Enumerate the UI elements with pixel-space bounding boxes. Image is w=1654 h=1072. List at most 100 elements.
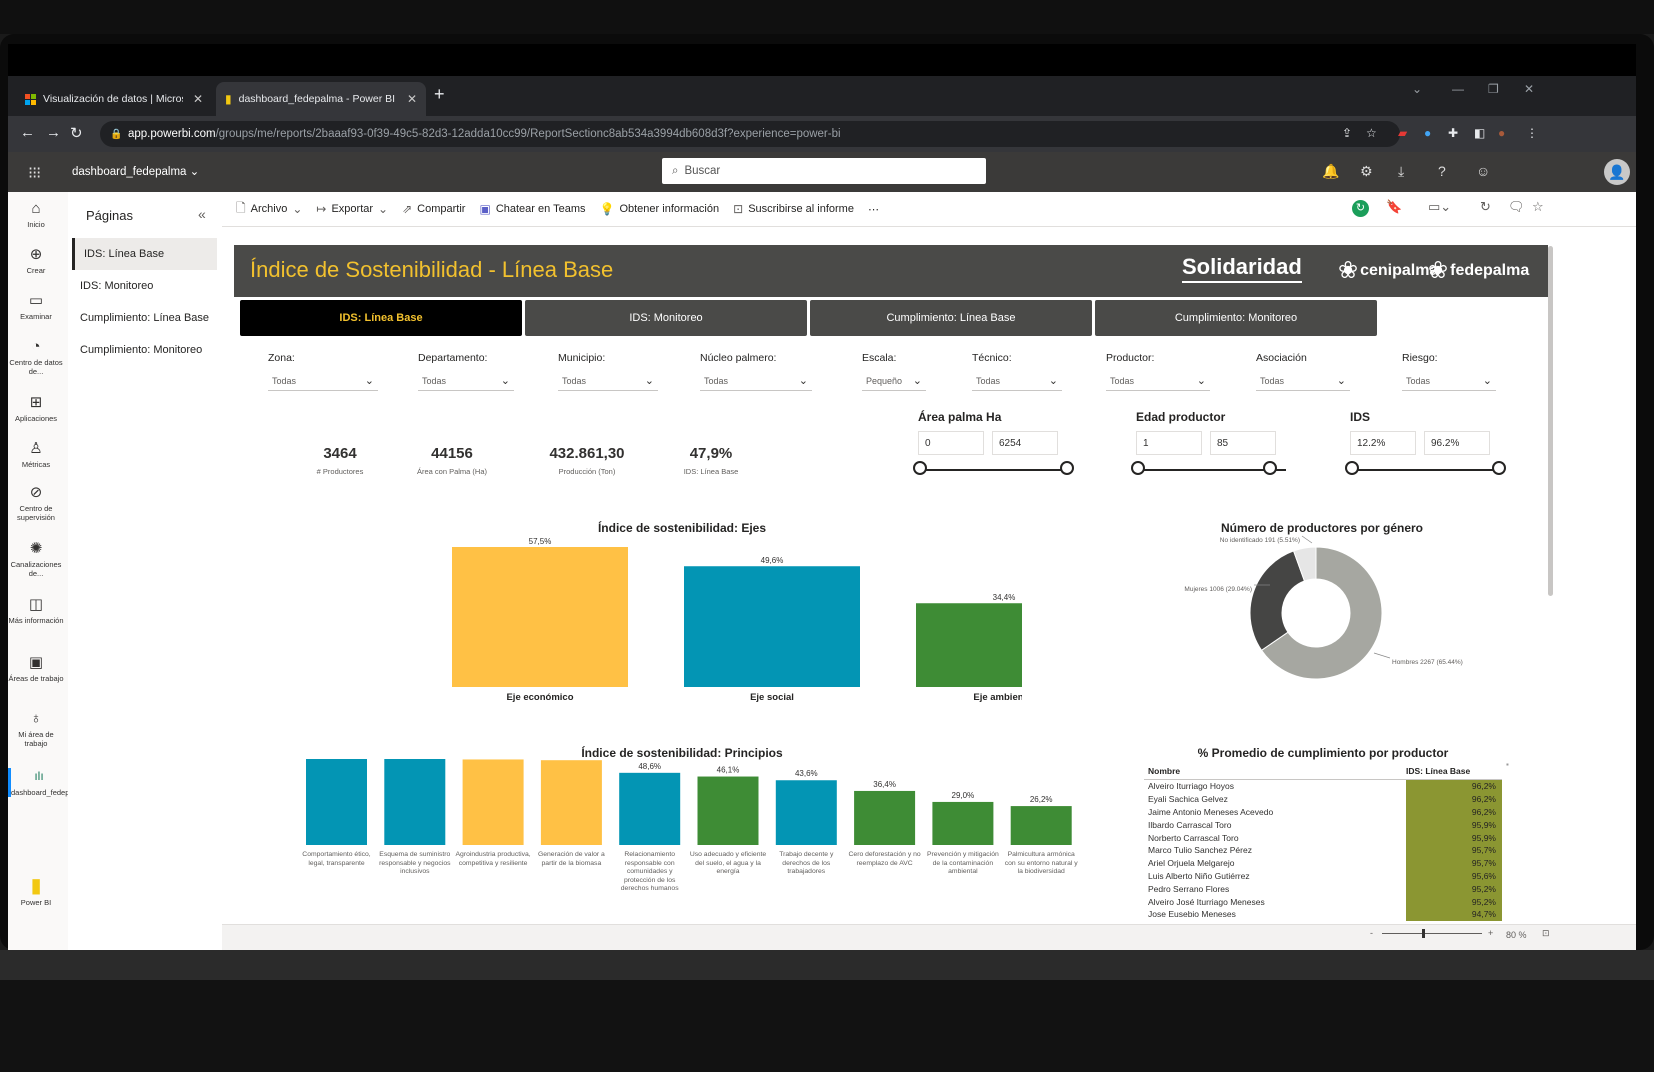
rail-item-11[interactable]: ılı dashboard_fedepalma bbox=[8, 768, 86, 797]
page-cumplimiento-monitoreo[interactable]: Cumplimiento: Monitoreo bbox=[68, 334, 222, 366]
range-max-input[interactable]: 6254 bbox=[992, 431, 1058, 455]
slicer-dropdown[interactable]: Todas ⌄ bbox=[418, 371, 514, 391]
chat-in-teams-button[interactable]: ▣ Chatear en Teams bbox=[479, 202, 585, 216]
url-input[interactable]: 🔒 app.powerbi.com/groups/me/reports/2baa… bbox=[100, 121, 1400, 147]
table-row[interactable]: Pedro Serrano Flores 95,2% bbox=[1144, 882, 1502, 896]
bar-eje-0[interactable] bbox=[452, 547, 628, 687]
rail-item-4[interactable]: ⊞ Aplicaciones bbox=[8, 394, 64, 423]
rail-item-2[interactable]: ▭ Examinar bbox=[8, 292, 64, 321]
refresh-status-icon[interactable]: ↻ bbox=[1352, 200, 1369, 217]
back-icon[interactable]: ← bbox=[20, 124, 35, 141]
slicer-dropdown[interactable]: Pequeño ⌄ bbox=[862, 371, 926, 391]
share-page-icon[interactable]: ⇪ bbox=[1342, 126, 1352, 140]
get-insights-button[interactable]: 💡 Obtener información bbox=[600, 202, 720, 216]
close-tab-icon[interactable]: ✕ bbox=[407, 92, 417, 106]
file-menu-button[interactable]: 🗋 Archivo ⌄ bbox=[236, 199, 302, 220]
slicer-dropdown[interactable]: Todas ⌄ bbox=[268, 371, 378, 391]
export-menu-button[interactable]: ↦ Exportar ⌄ bbox=[316, 202, 388, 216]
browser-tab-powerbi[interactable]: ▮ dashboard_fedepalma - Power BI ✕ bbox=[216, 82, 426, 116]
table-row[interactable]: Alveiro José Iturriago Meneses 95,2% bbox=[1144, 895, 1502, 908]
bar-eje-2[interactable] bbox=[916, 603, 1022, 687]
more-options-icon[interactable]: ⋯ bbox=[868, 203, 879, 216]
zoom-slider[interactable] bbox=[1382, 933, 1482, 934]
rail-powerbi-logo[interactable]: ▮ Power BI bbox=[8, 876, 64, 907]
side-panel-icon[interactable]: ◧ bbox=[1474, 126, 1485, 140]
close-window-icon[interactable]: ✕ bbox=[1524, 82, 1534, 96]
rail-item-10[interactable]: ♁ Mi área de trabajo bbox=[8, 710, 64, 748]
slicer-dropdown[interactable]: Todas ⌄ bbox=[700, 371, 812, 391]
settings-gear-icon[interactable]: ⚙ bbox=[1360, 163, 1373, 180]
reload-icon[interactable]: ↻ bbox=[70, 124, 83, 142]
feedback-smiley-icon[interactable]: ☺ bbox=[1476, 163, 1490, 179]
rail-item-0[interactable]: ⌂ Inicio bbox=[8, 200, 64, 229]
browser-menu-icon[interactable]: ⋮ bbox=[1526, 126, 1538, 140]
tab-search-icon[interactable]: ⌄ bbox=[1412, 82, 1422, 96]
range-min-input[interactable]: 1 bbox=[1136, 431, 1202, 455]
browser-tab-visualizacion[interactable]: Visualización de datos | Microsof ✕ bbox=[16, 82, 212, 116]
table-row[interactable]: Jaime Antonio Meneses Acevedo 96,2% bbox=[1144, 805, 1502, 819]
page-ids-linea-base[interactable]: IDS: Línea Base bbox=[72, 238, 217, 270]
extensions-puzzle-icon[interactable]: ✚ bbox=[1448, 126, 1458, 140]
range-max-input[interactable]: 85 bbox=[1210, 431, 1276, 455]
range-min-input[interactable]: 12.2% bbox=[1350, 431, 1416, 455]
zoom-in-icon[interactable]: + bbox=[1488, 928, 1493, 938]
column-header-ids[interactable]: IDS: Línea Base bbox=[1406, 766, 1502, 776]
bookmark-icon[interactable]: 🔖 bbox=[1386, 199, 1402, 215]
bar-principio-9[interactable] bbox=[1010, 806, 1072, 845]
rail-item-9[interactable]: ▣ Áreas de trabajo bbox=[8, 654, 64, 683]
subscribe-button[interactable]: ⊡ Suscribirse al informe bbox=[733, 202, 854, 216]
share-button[interactable]: ⇗ Compartir bbox=[402, 202, 465, 216]
rail-item-6[interactable]: ⊘ Centro de supervisión bbox=[8, 484, 64, 522]
close-tab-icon[interactable]: ✕ bbox=[193, 92, 203, 106]
canvas-scrollbar[interactable] bbox=[1548, 246, 1553, 596]
bar-principio-4[interactable] bbox=[619, 772, 681, 845]
restore-icon[interactable]: ❐ bbox=[1488, 82, 1499, 96]
reset-icon[interactable]: ↻ bbox=[1480, 199, 1491, 215]
fit-to-page-icon[interactable]: ⊡ bbox=[1542, 928, 1550, 939]
bar-principio-1[interactable] bbox=[384, 759, 446, 845]
nav-tab-ids-monitoreo[interactable]: IDS: Monitoreo bbox=[525, 300, 807, 336]
page-cumplimiento-linea-base[interactable]: Cumplimiento: Línea Base bbox=[68, 302, 222, 334]
rail-item-1[interactable]: ⊕ Crear bbox=[8, 246, 64, 275]
rail-item-7[interactable]: ✺ Canalizaciones de... bbox=[8, 540, 64, 578]
table-row[interactable]: Ariel Orjuela Melgarejo 95,7% bbox=[1144, 856, 1502, 870]
zoom-thumb[interactable] bbox=[1422, 929, 1425, 938]
donut-slice-mujeres[interactable] bbox=[1249, 550, 1306, 651]
profile-avatar-icon[interactable]: ● bbox=[1498, 126, 1505, 140]
forward-icon[interactable]: → bbox=[46, 124, 61, 141]
bookmark-star-icon[interactable]: ☆ bbox=[1366, 126, 1377, 140]
user-avatar[interactable]: 👤 bbox=[1604, 159, 1630, 185]
table-row[interactable]: Jose Eusebio Meneses 94,7% bbox=[1144, 907, 1502, 921]
nav-tab-cumplimiento-linea-base[interactable]: Cumplimiento: Línea Base bbox=[810, 300, 1092, 336]
search-input[interactable]: ⌕ Buscar bbox=[662, 158, 986, 184]
bar-principio-2[interactable] bbox=[462, 759, 524, 845]
table-row[interactable]: Alveiro Iturriago Hoyos 96,2% bbox=[1144, 780, 1502, 793]
rail-item-3[interactable]: ◔ Centro de datos de... bbox=[8, 338, 64, 376]
table-row[interactable]: Norberto Carrascal Toro 95,9% bbox=[1144, 831, 1502, 844]
bar-principio-6[interactable] bbox=[775, 780, 837, 845]
extension-red-icon[interactable]: ▰ bbox=[1398, 126, 1407, 140]
favorite-star-icon[interactable]: ☆ bbox=[1532, 199, 1544, 215]
collapse-pages-icon[interactable]: « bbox=[198, 206, 206, 222]
new-tab-icon[interactable]: + bbox=[434, 84, 445, 105]
app-launcher-icon[interactable]: ⁝⁝⁝ bbox=[28, 163, 41, 183]
zoom-out-icon[interactable]: - bbox=[1370, 928, 1373, 938]
range-max-handle[interactable] bbox=[1263, 461, 1277, 475]
bar-principio-0[interactable] bbox=[306, 759, 367, 845]
slicer-dropdown[interactable]: Todas ⌄ bbox=[972, 371, 1062, 391]
page-ids-monitoreo[interactable]: IDS: Monitoreo bbox=[68, 270, 222, 302]
workspace-name[interactable]: dashboard_fedepalma ⌄ bbox=[72, 164, 199, 178]
bar-eje-1[interactable] bbox=[684, 566, 860, 687]
download-icon[interactable]: ⤓ bbox=[1398, 163, 1404, 180]
bar-principio-3[interactable] bbox=[540, 760, 602, 845]
range-max-input[interactable]: 96.2% bbox=[1424, 431, 1490, 455]
help-icon[interactable]: ? bbox=[1438, 163, 1446, 179]
rail-item-5[interactable]: ♙ Métricas bbox=[8, 440, 64, 469]
table-row[interactable]: Ilbardo Carrascal Toro 95,9% bbox=[1144, 818, 1502, 832]
notifications-icon[interactable]: 🔔 bbox=[1322, 163, 1339, 180]
bar-principio-7[interactable] bbox=[854, 790, 916, 845]
comment-icon[interactable]: 🗨 bbox=[1508, 199, 1525, 215]
range-min-handle[interactable] bbox=[1131, 461, 1145, 475]
table-row[interactable]: Luis Alberto Niño Gutiérrez 95,6% bbox=[1144, 869, 1502, 883]
range-min-handle[interactable] bbox=[913, 461, 927, 475]
